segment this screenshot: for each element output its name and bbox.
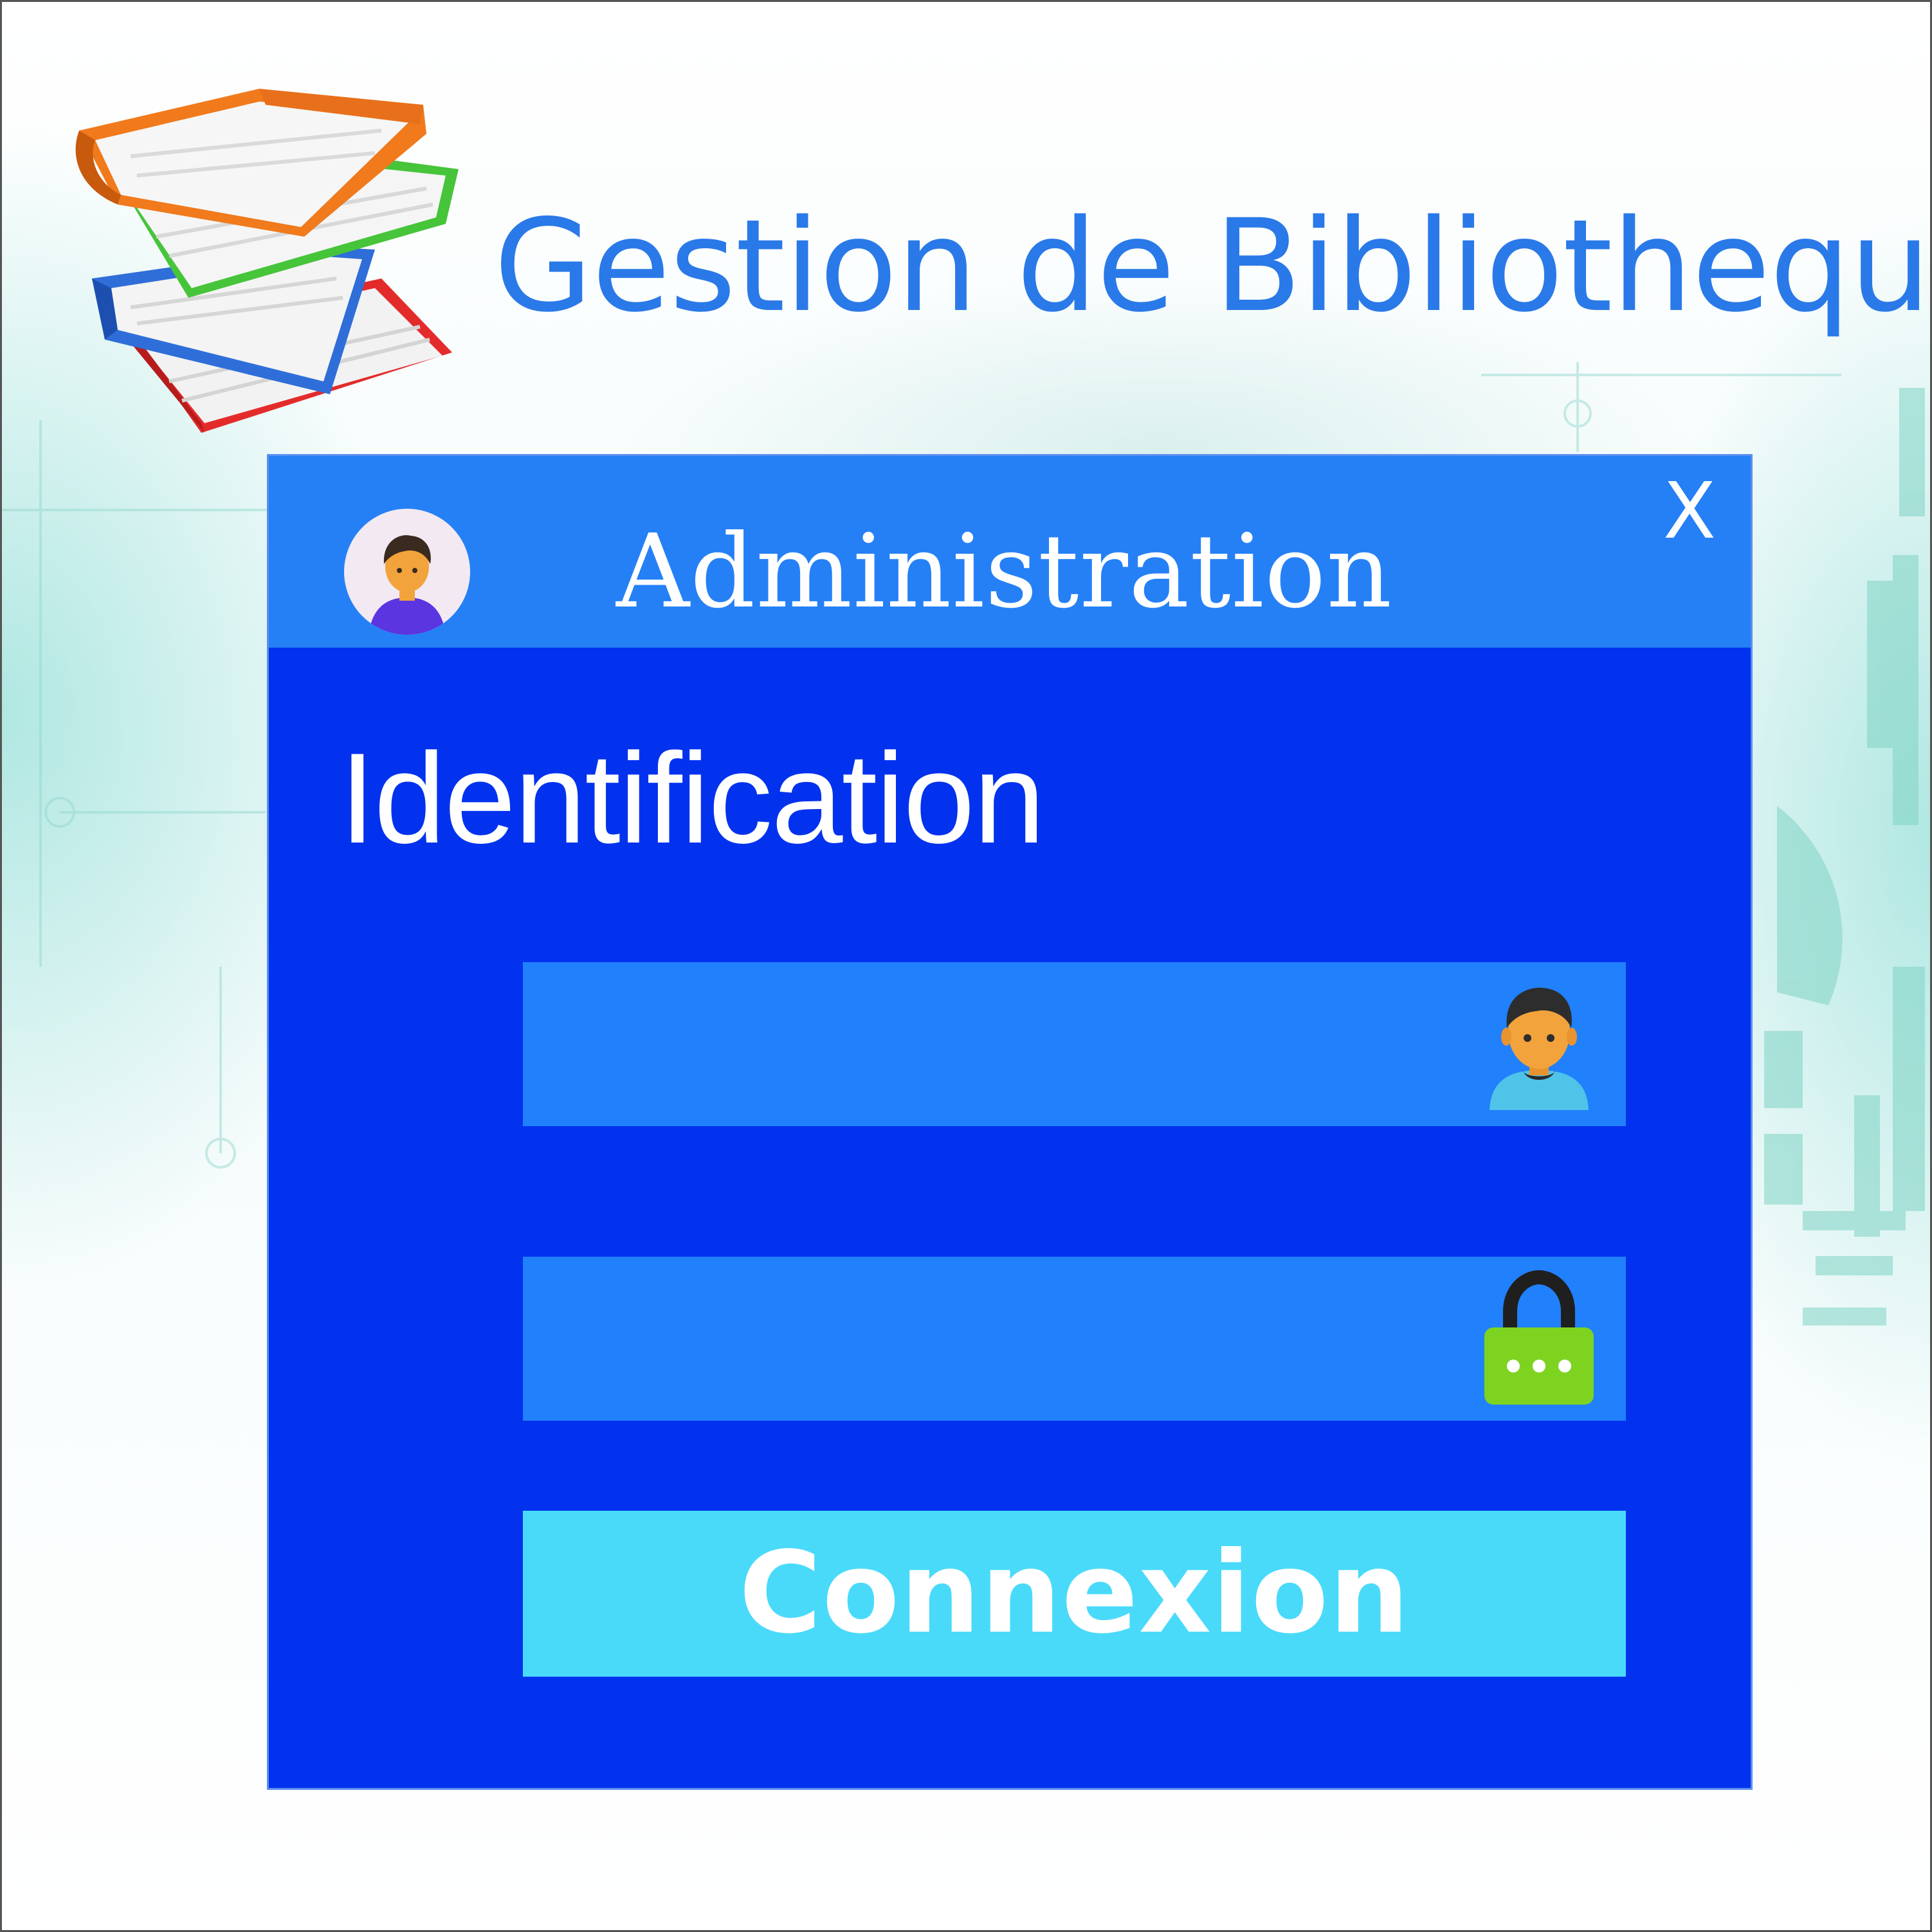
connexion-button[interactable]: Connexion [523,1511,1626,1677]
user-icon [1490,987,1589,1110]
section-heading: Identification [340,727,1045,870]
username-field[interactable] [523,962,1626,1127]
dialog-title: Administration [616,513,1393,631]
username-input[interactable] [542,962,1497,1127]
app-title: Gestion de Bibliotheque [494,192,1932,340]
close-button[interactable]: X [1654,470,1725,554]
lock-icon [1484,1270,1594,1405]
admin-avatar-icon [344,509,470,635]
app-header: Gestion de Bibliotheque [73,86,1930,446]
page-frame: Gestion de Bibliotheque Administration X… [0,0,1932,1932]
login-dialog: Administration X Identification Connexio… [267,454,1753,1790]
password-field[interactable] [523,1257,1626,1422]
books-stack-icon [75,89,459,433]
password-input[interactable] [542,1257,1497,1422]
dialog-title-bar: Administration X [269,456,1751,648]
